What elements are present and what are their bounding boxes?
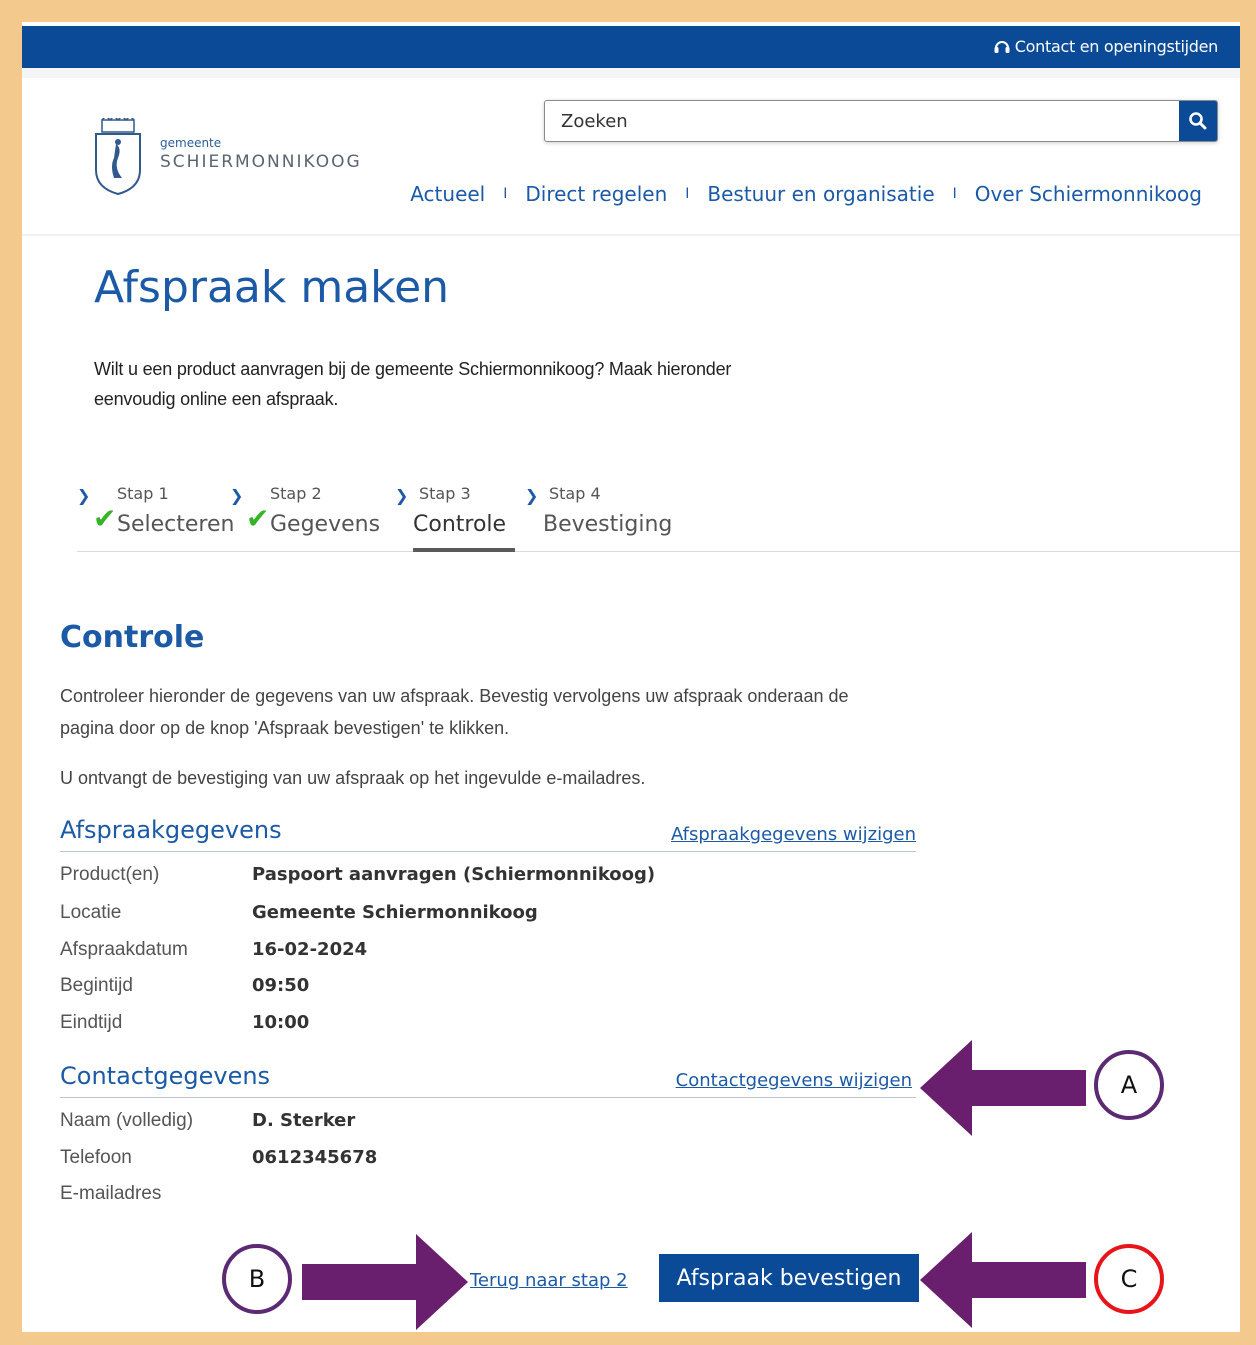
detail-value: 0612345678 <box>252 1147 378 1168</box>
step-number: Stap 2 <box>270 484 322 503</box>
badge-label: B <box>248 1265 266 1293</box>
detail-value: Paspoort aanvragen (Schiermonnikoog) <box>252 864 656 885</box>
detail-label: Telefoon <box>60 1147 132 1168</box>
chevron-right-icon: ❯ <box>395 486 409 505</box>
coat-of-arms-icon <box>95 118 141 196</box>
arrow-a-icon <box>920 1040 1086 1136</box>
confirm-appointment-button[interactable]: Afspraak bevestigen <box>659 1254 919 1302</box>
page-title: Afspraak maken <box>94 262 450 313</box>
nav-separator: I <box>685 186 690 202</box>
afspraak-header: Afspraakgegevens Afspraakgegevens wijzig… <box>60 816 916 852</box>
step-name: Bevestiging <box>543 512 673 537</box>
nav-over[interactable]: Over Schiermonnikoog <box>975 182 1202 206</box>
detail-value: Gemeente Schiermonnikoog <box>252 902 538 923</box>
headset-icon <box>994 40 1010 53</box>
checkmark-icon: ✔ <box>93 502 117 535</box>
annotation-badge-a: A <box>1094 1050 1164 1120</box>
detail-value: 10:00 <box>252 1012 310 1033</box>
nav-separator: I <box>503 186 508 202</box>
arrow-c-icon <box>920 1232 1086 1328</box>
contact-edit-link[interactable]: Contactgegevens wijzigen <box>676 1070 912 1091</box>
nav-bestuur[interactable]: Bestuur en organisatie <box>707 182 934 206</box>
detail-value: 09:50 <box>252 975 310 996</box>
detail-label: Afspraakdatum <box>60 939 188 960</box>
contact-header: Contactgegevens Contactgegevens wijzigen <box>60 1062 916 1098</box>
search-button[interactable] <box>1179 101 1217 141</box>
contact-link[interactable]: Contact en openingstijden <box>993 37 1218 56</box>
detail-value: D. Sterker <box>252 1110 356 1131</box>
badge-label: A <box>1120 1071 1138 1099</box>
detail-value: 16-02-2024 <box>252 939 368 960</box>
nav-direct-regelen[interactable]: Direct regelen <box>525 182 667 206</box>
checkmark-icon: ✔ <box>246 502 270 535</box>
detail-label: Begintijd <box>60 975 133 996</box>
detail-label: Eindtijd <box>60 1012 123 1033</box>
page-frame: Contact en openingstijden gemeente SCHIE… <box>22 22 1240 1332</box>
chevron-right-icon: ❯ <box>77 486 91 505</box>
active-step-underline <box>413 548 515 552</box>
municipality-logo[interactable]: gemeente SCHIERMONNIKOOG <box>92 118 362 196</box>
contact-label: Contact en openingstijden <box>1014 37 1219 56</box>
afspraak-edit-link[interactable]: Afspraakgegevens wijzigen <box>671 824 916 845</box>
step-name: Selecteren <box>117 512 235 537</box>
detail-label: Naam (volledig) <box>60 1110 194 1131</box>
step-indicator: ❯ ✔ Stap 1 Selecteren ❯ ✔ Stap 2 Gegeven… <box>77 474 1240 552</box>
chevron-right-icon: ❯ <box>525 486 539 505</box>
intro-text: Wilt u een product aanvragen bij de geme… <box>94 359 732 409</box>
search-icon <box>1189 112 1207 130</box>
step-name: Controle <box>413 512 507 537</box>
annotation-badge-b: B <box>222 1244 292 1314</box>
afspraak-title: Afspraakgegevens <box>60 816 282 844</box>
detail-label: E-mailadres <box>60 1183 162 1204</box>
step-number: Stap 1 <box>117 484 169 503</box>
chevron-right-icon: ❯ <box>230 486 244 505</box>
arrow-b-icon <box>302 1234 468 1330</box>
controle-email-note: U ontvangt de bevestiging van uw afspraa… <box>60 768 646 788</box>
main-nav: Actueel I Direct regelen I Bestuur en or… <box>410 182 1202 206</box>
site-header: gemeente SCHIERMONNIKOOG Actueel I Direc… <box>22 68 1240 236</box>
step-name: Gegevens <box>270 512 381 537</box>
logo-small: gemeente <box>160 136 222 150</box>
step-number: Stap 4 <box>549 484 601 503</box>
logo-big: SCHIERMONNIKOOG <box>160 152 362 172</box>
search-box <box>544 100 1218 142</box>
detail-label: Product(en) <box>60 864 160 885</box>
back-to-step-2-link[interactable]: Terug naar stap 2 <box>470 1270 628 1291</box>
section-title: Controle <box>60 620 205 655</box>
annotation-badge-c: C <box>1094 1244 1164 1314</box>
contact-title: Contactgegevens <box>60 1062 271 1090</box>
step-number: Stap 3 <box>419 484 471 503</box>
nav-separator: I <box>952 186 957 202</box>
badge-label: C <box>1120 1265 1138 1293</box>
controle-instructions: Controleer hieronder de gegevens van uw … <box>60 686 849 738</box>
logo-text: gemeente SCHIERMONNIKOOG <box>160 136 362 172</box>
search-input[interactable] <box>545 101 1181 141</box>
top-bar: Contact en openingstijden <box>22 26 1240 68</box>
detail-label: Locatie <box>60 902 122 923</box>
nav-actueel[interactable]: Actueel <box>410 182 485 206</box>
